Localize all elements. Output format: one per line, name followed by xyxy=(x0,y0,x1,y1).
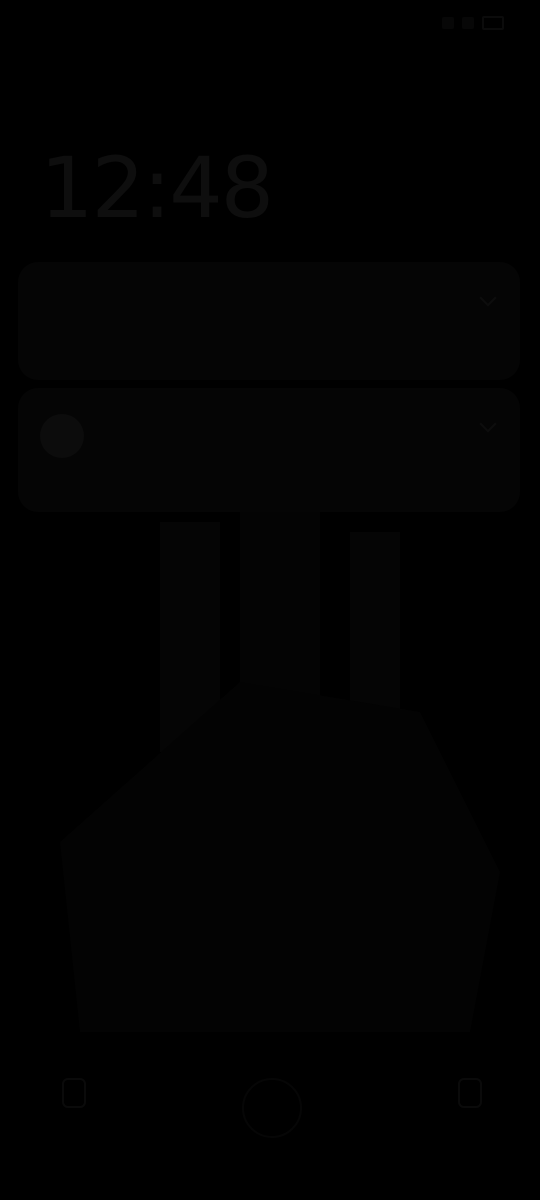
wallpaper-image xyxy=(60,512,500,1032)
camera-icon xyxy=(458,1078,482,1108)
fingerprint-icon[interactable] xyxy=(242,1078,302,1138)
wallpaper-shape xyxy=(60,682,500,1032)
status-icons xyxy=(442,16,504,30)
chevron-down-icon[interactable] xyxy=(479,415,497,433)
lock-clock: 12:48 xyxy=(40,139,274,237)
chevron-down-icon[interactable] xyxy=(479,289,497,307)
wifi-icon xyxy=(462,17,474,29)
battery-icon xyxy=(482,16,504,30)
phone-icon xyxy=(62,1078,86,1108)
camera-shortcut-button[interactable] xyxy=(436,1060,500,1124)
notification-card[interactable] xyxy=(18,262,520,380)
status-bar xyxy=(0,0,540,48)
signal-icon xyxy=(442,17,454,29)
phone-shortcut-button[interactable] xyxy=(40,1060,104,1124)
lock-screen: 12:48 xyxy=(0,0,540,1200)
notification-card[interactable] xyxy=(18,388,520,512)
app-icon xyxy=(40,414,84,458)
